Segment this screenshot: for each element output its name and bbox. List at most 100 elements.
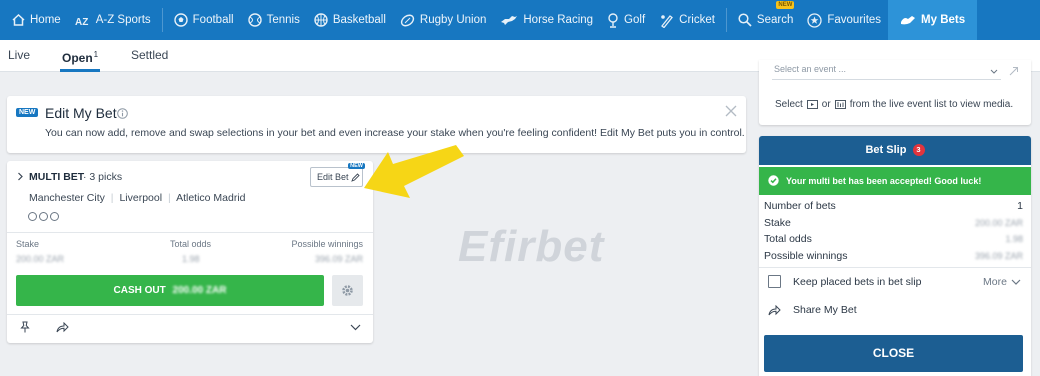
nav-label: Search [756,14,794,26]
status-dot [50,212,59,221]
cash-out-button[interactable]: CASH OUT 200.00 ZAR [16,275,324,306]
star-icon [807,12,823,28]
summary-row: Stake 200.00 ZAR [764,215,1023,232]
nav-item-my-bets[interactable]: My Bets [888,0,978,40]
odds-value: 1.98 [182,254,200,264]
nav-item-home[interactable]: Home [0,0,68,40]
chevron-right-icon[interactable] [17,172,24,181]
nav-item-search[interactable]: Search NEW [731,0,800,40]
az-sports-icon: AZ [75,17,88,26]
tab-label: Open [62,51,93,65]
chevron-down-icon [990,69,998,74]
chevron-down-icon[interactable] [350,324,361,331]
odds-label: Total odds [170,239,212,249]
bet-slip: Bet Slip 3 Your multi bet has been accep… [759,136,1031,376]
winnings-label: Possible winnings [291,239,363,249]
rugby-icon [400,14,415,26]
nav-item-football[interactable]: Football [167,0,241,40]
nav-divider [161,8,163,32]
tab-label: Live [8,48,31,62]
select-placeholder: Select an event ... [774,64,847,74]
golf-icon [608,12,618,28]
more-label: More [983,276,1007,288]
close-button[interactable]: CLOSE [764,335,1023,372]
selection-item: Atletico Madrid [176,192,246,204]
gear-icon [342,285,353,296]
nav-label: Tennis [266,14,300,26]
search-icon [738,13,752,27]
bet-type: MULTI BET [29,171,85,183]
tab-live[interactable]: Live [8,40,30,72]
nav-label: Horse Racing [523,14,594,26]
keep-bets-label: Keep placed bets in bet slip [793,276,922,288]
summary-row: Number of bets 1 [764,198,1023,215]
nav-item-horse-racing[interactable]: Horse Racing [493,0,600,40]
keep-bets-checkbox[interactable] [768,275,781,288]
nav-label: Rugby Union [419,14,487,26]
selections-list: Manchester City | Liverpool | Atletico M… [29,192,246,204]
watermark: Efirbet [458,222,605,271]
more-button[interactable]: More [983,276,1021,288]
bet-slip-title: Bet Slip [865,144,907,156]
media-panel: Select an event ... Select or from the l… [759,60,1031,125]
pointer-arrow [364,145,464,198]
tennis-icon [247,13,262,27]
selection-divider: | [167,192,171,204]
nav-item-cricket[interactable]: Cricket [652,0,722,40]
winnings-value: 396.09 ZAR [314,254,363,264]
nav-label: Cricket [679,14,715,26]
success-banner: Your multi bet has been accepted! Good l… [759,167,1031,195]
cash-out-settings-button[interactable] [332,275,363,306]
summary-value: 200.00 ZAR [974,217,1023,228]
nav-item-golf[interactable]: Golf [600,0,652,40]
top-nav: Home AZ A-Z Sports Football Tennis Baske… [0,0,1040,40]
summary-label: Possible winnings [764,249,848,262]
summary-row: Possible winnings 396.09 ZAR [764,248,1023,265]
instruction-text: from the live event list to view media. [849,99,1014,110]
horse-racing-icon [501,16,518,25]
nav-label: Football [192,14,234,26]
close-icon[interactable] [725,105,737,117]
popout-icon[interactable] [1009,66,1019,76]
nav-item-az-sports[interactable]: AZ A-Z Sports [68,0,158,40]
summary-label: Total odds [764,233,812,246]
share-icon [768,304,781,315]
summary-label: Stake [764,216,791,229]
selection-item: Liverpool [119,192,163,204]
new-badge: NEW [16,108,39,117]
nav-item-favourites[interactable]: Favourites [800,0,888,40]
nav-item-rugby-union[interactable]: Rugby Union [393,0,493,40]
chevron-down-icon [1011,279,1021,285]
nav-item-tennis[interactable]: Tennis [241,0,307,40]
summary-label: Number of bets [764,200,836,213]
selection-status-dots [28,212,59,221]
divider [7,314,373,315]
divider [759,267,1031,268]
my-bets-icon [901,16,916,25]
bet-slip-header: Bet Slip 3 [759,136,1031,165]
instruction-text: Select [775,99,803,110]
pencil-icon [351,173,360,182]
promo-title: Edit My Bet [45,105,117,121]
tab-settled[interactable]: Settled [131,40,168,72]
tab-label: Settled [131,48,169,62]
nav-divider [725,8,727,32]
new-badge: NEW [776,1,795,9]
close-label: CLOSE [872,346,915,360]
nav-label: My Bets [921,14,966,26]
basketball-icon [314,13,328,27]
event-select[interactable]: Select an event ... [772,60,1001,80]
edit-bet-button[interactable]: Edit Bet NEW [310,163,365,187]
selection-item: Manchester City [29,192,105,204]
nav-item-basketball[interactable]: Basketball [307,0,393,40]
pin-icon[interactable] [19,321,31,333]
bet-count-badge: 3 [912,144,925,156]
tab-open[interactable]: Open1 [60,40,101,72]
cash-out-label: CASH OUT [113,285,166,296]
success-text: Your multi bet has been accepted! Good l… [786,176,982,186]
info-icon[interactable] [117,108,128,119]
summary-value: 396.09 ZAR [974,250,1023,261]
selection-divider: | [110,192,114,204]
share-my-bet-button[interactable]: Share My Bet [768,304,857,316]
share-icon[interactable] [56,322,69,333]
